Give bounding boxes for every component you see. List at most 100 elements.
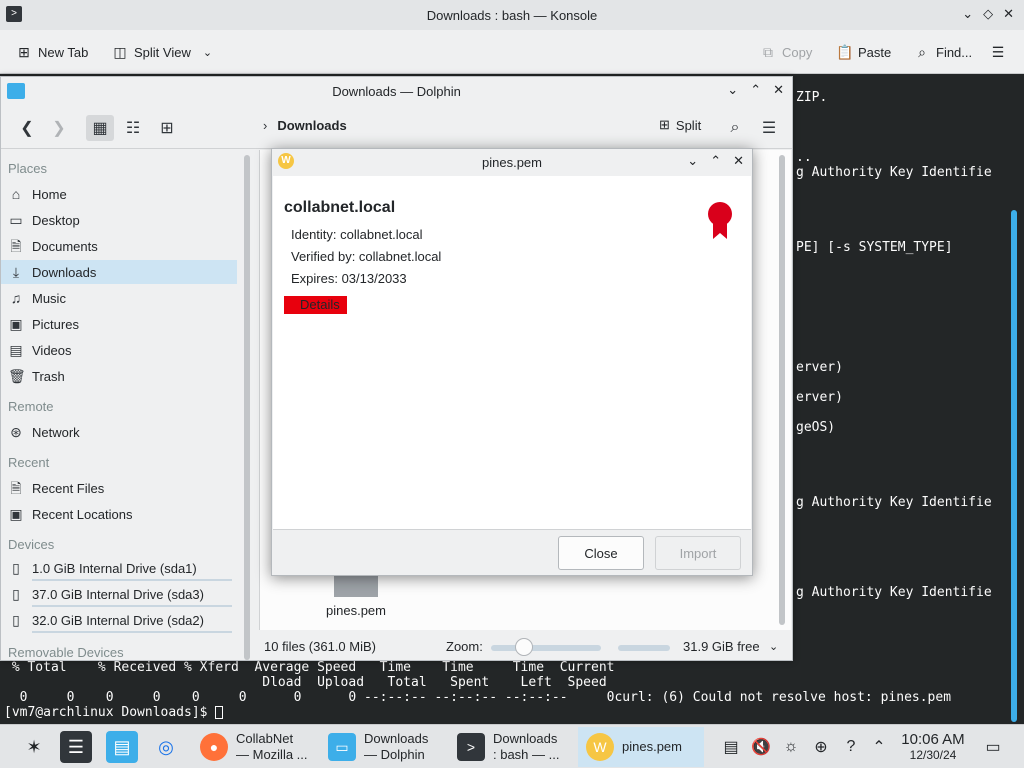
browser-launcher[interactable]: ◎ <box>150 731 182 763</box>
text-cursor <box>215 706 224 719</box>
hamburger-menu-button[interactable]: ☰ <box>990 40 1006 64</box>
certificate-name: collabnet.local <box>284 199 396 216</box>
drive-usage-bar <box>32 605 232 607</box>
task-konsole[interactable]: > Downloads: bash — ... <box>449 727 573 767</box>
recent-locations-icon: ▣ <box>9 506 23 522</box>
search-icon: ⌕ <box>918 44 926 60</box>
breadcrumb-downloads[interactable]: Downloads <box>277 118 346 133</box>
volume-muted-icon[interactable]: 🔇 <box>750 736 772 758</box>
terminal-scrollbar[interactable] <box>1011 210 1017 722</box>
breadcrumb[interactable]: › Downloads <box>263 118 347 133</box>
dolphin-toolbar: ❮ ❯ ▦ ☷ ⊞ › Downloads ⊞ Split ⌕ ☰ <box>1 105 792 149</box>
pictures-icon: ▣ <box>9 316 23 332</box>
maximize-icon[interactable]: ◇ <box>983 6 993 22</box>
brightness-icon[interactable]: ☼ <box>780 736 802 758</box>
place-recent-files[interactable]: 🗎 Recent Files <box>1 476 237 500</box>
place-desktop[interactable]: ▭ Desktop <box>1 208 237 232</box>
kleopatra-icon: W <box>278 153 294 169</box>
clock[interactable]: 10:06 AM 12/30/24 <box>897 731 969 762</box>
copy-button[interactable]: ⧉ Copy <box>760 40 812 64</box>
help-icon[interactable]: ? <box>840 736 862 758</box>
clock-date: 12/30/24 <box>909 748 957 762</box>
taskbar: ✶ ☰ ▤ ◎ ● CollabNet — Mozilla ... ▭ Downl… <box>0 724 1024 768</box>
zoom-slider-track[interactable] <box>491 645 601 651</box>
dialog-title: pines.pem <box>482 154 542 170</box>
close-icon[interactable]: ✕ <box>1003 6 1014 22</box>
new-tab-button[interactable]: ⊞ New Tab <box>16 40 88 64</box>
task-dolphin[interactable]: ▭ Downloads — Dolphin <box>320 727 444 767</box>
device-sda2[interactable]: ▯ 32.0 GiB Internal Drive (sda2) <box>1 608 237 632</box>
place-downloads[interactable]: ⤓ Downloads <box>1 260 237 284</box>
menu-icon: ☰ <box>991 44 1005 60</box>
certificate-expires: Expires: 03/13/2033 <box>291 271 407 286</box>
back-button[interactable]: ❮ <box>13 115 41 141</box>
place-pictures[interactable]: ▣ Pictures <box>1 312 237 336</box>
show-desktop-icon[interactable]: ▭ <box>982 736 1004 758</box>
minimize-icon[interactable]: ⌄ <box>727 82 738 98</box>
task-firefox[interactable]: ● CollabNet — Mozilla ... <box>192 727 316 767</box>
free-space-bar <box>618 645 670 651</box>
import-button[interactable]: Import <box>655 536 741 570</box>
new-tab-icon: ⊞ <box>18 44 30 60</box>
details-link[interactable]: Details <box>284 296 347 314</box>
split-icon: ⊞ <box>659 117 670 132</box>
shell-prompt: [vm7@archlinux Downloads]$ <box>4 705 224 720</box>
close-icon[interactable]: ✕ <box>773 82 784 98</box>
place-network[interactable]: ⊛ Network <box>1 420 237 444</box>
file-thumbnail <box>334 575 378 597</box>
find-button[interactable]: ⌕ Find... <box>914 40 972 64</box>
recent-files-icon: 🗎 <box>10 480 22 496</box>
place-videos[interactable]: ▤ Videos <box>1 338 237 362</box>
terminal-line: erver) <box>796 360 843 375</box>
minimize-icon[interactable]: ⌄ <box>687 153 698 169</box>
close-icon[interactable]: ✕ <box>733 153 744 169</box>
chevron-up-icon[interactable]: ⌃ <box>868 736 890 758</box>
split-view-button[interactable]: ◫ Split View ⌄ <box>112 40 212 64</box>
task-pines-pem[interactable]: W pines.pem <box>578 727 704 767</box>
konsole-titlebar: > Downloads : bash — Konsole ⌄ ◇ ✕ <box>0 0 1024 30</box>
close-button[interactable]: Close <box>558 536 644 570</box>
firefox-icon: ● <box>200 733 228 761</box>
desktop-icon: ▭ <box>9 212 23 228</box>
compact-view-button[interactable]: ☷ <box>119 115 147 141</box>
network-icon[interactable]: ⊕ <box>810 736 832 758</box>
places-section-title: Places <box>8 161 48 176</box>
remote-section-title: Remote <box>8 399 54 414</box>
maximize-icon[interactable]: ⌃ <box>750 82 761 98</box>
place-home[interactable]: ⌂ Home <box>1 182 237 206</box>
hamburger-menu-button[interactable]: ☰ <box>755 115 783 141</box>
file-view-scrollbar[interactable] <box>779 155 785 625</box>
forward-button[interactable]: ❯ <box>45 115 73 141</box>
place-recent-locations[interactable]: ▣ Recent Locations <box>1 502 237 526</box>
place-documents[interactable]: 🗎 Documents <box>1 234 237 258</box>
zoom-slider-handle[interactable] <box>515 638 533 656</box>
back-icon: ❮ <box>20 120 34 137</box>
drive-usage-bar <box>32 579 232 581</box>
maximize-icon[interactable]: ⌃ <box>710 153 721 169</box>
search-button[interactable]: ⌕ <box>721 115 749 141</box>
places-scrollbar[interactable] <box>244 155 250 660</box>
place-music[interactable]: ♫ Music <box>1 286 237 310</box>
paste-button[interactable]: 📋 Paste <box>836 40 891 64</box>
curl-header-line: % Total % Received % Xferd Average Speed… <box>4 660 615 675</box>
curl-header-line: Dload Upload Total Spent Left Speed <box>4 675 607 690</box>
split-view-icon: ◫ <box>113 44 127 60</box>
system-settings-launcher[interactable]: ☰ <box>60 731 92 763</box>
device-sda1[interactable]: ▯ 1.0 GiB Internal Drive (sda1) <box>1 556 237 580</box>
application-launcher[interactable]: ✶ <box>18 731 50 763</box>
discover-launcher[interactable]: ▤ <box>106 731 138 763</box>
places-panel: Places ⌂ Home ▭ Desktop 🗎 Documents ⤓ Downlo… <box>1 150 238 660</box>
icons-view-button[interactable]: ▦ <box>86 115 114 141</box>
status-bar: 10 files (361.0 MiB) Zoom: 31.9 GiB free… <box>1 632 792 660</box>
place-trash[interactable]: 🗑 Trash <box>1 364 237 388</box>
device-sda3[interactable]: ▯ 37.0 GiB Internal Drive (sda3) <box>1 582 237 606</box>
details-view-button[interactable]: ⊞ <box>153 115 181 141</box>
file-item[interactable]: pines.pem <box>323 575 389 618</box>
clipboard-icon[interactable]: ▤ <box>720 736 742 758</box>
store-icon: ▤ <box>113 736 131 757</box>
minimize-icon[interactable]: ⌄ <box>962 6 973 22</box>
split-button[interactable]: ⊞ Split <box>659 117 701 133</box>
drive-icon: ▯ <box>12 586 20 602</box>
chevron-down-icon[interactable]: ⌄ <box>769 640 778 653</box>
konsole-toolbar: ⊞ New Tab ◫ Split View ⌄ ⧉ Copy 📋 Paste … <box>0 30 1024 74</box>
